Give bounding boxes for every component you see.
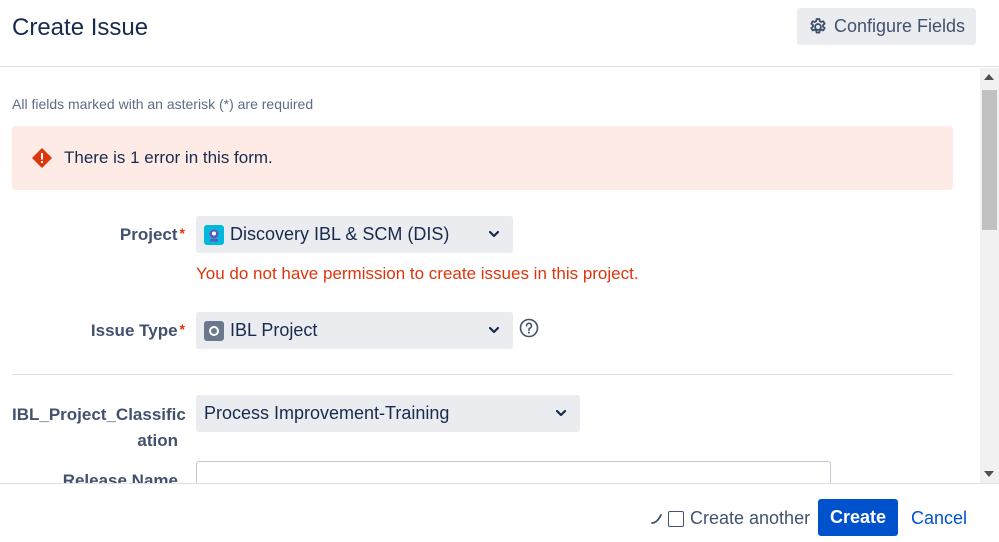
chevron-down-icon	[488, 326, 500, 334]
cancel-link[interactable]: Cancel	[911, 508, 967, 529]
configure-fields-label: Configure Fields	[833, 16, 966, 36]
classification-select[interactable]: Process Improvement-Training	[196, 395, 580, 432]
required-note: All fields marked with an asterisk (*) a…	[12, 96, 314, 112]
scroll-down-arrow-icon[interactable]	[984, 471, 994, 477]
chevron-down-icon	[488, 230, 500, 238]
create-button[interactable]: Create	[818, 499, 898, 536]
gear-icon	[810, 17, 826, 33]
scrollbar[interactable]	[980, 68, 999, 483]
dialog-title: Create Issue	[12, 14, 149, 41]
help-icon[interactable]	[519, 318, 539, 338]
issue-type-icon	[204, 320, 224, 341]
create-another-label: Create another	[690, 508, 811, 528]
project-select[interactable]: Discovery IBL & SCM (DIS)	[196, 216, 513, 253]
section-divider	[12, 374, 953, 375]
release-name-label: Release Name	[62, 471, 178, 483]
scrollbar-thumb[interactable]	[982, 90, 997, 230]
dialog-footer: Create another Create Cancel	[0, 483, 999, 542]
classification-label-line2: ation	[137, 431, 178, 450]
required-asterisk: *	[179, 225, 185, 241]
issue-type-label-wrap: Issue Type *	[12, 321, 185, 345]
issue-type-select-value: IBL Project	[230, 320, 318, 340]
scroll-up-arrow-icon[interactable]	[984, 74, 994, 80]
project-label-wrap: Project *	[12, 225, 185, 249]
required-asterisk: *	[179, 321, 185, 337]
classification-label-line1: IBL_Project_Classific	[12, 405, 186, 424]
issue-type-label: Issue Type *	[91, 321, 185, 341]
create-another-toggle[interactable]: Create another	[650, 508, 810, 529]
issue-type-label-text: Issue Type	[90, 321, 178, 340]
project-field-error: You do not have permission to create iss…	[196, 264, 639, 283]
dialog-header: Create Issue Configure Fields	[0, 0, 999, 67]
project-select-value: Discovery IBL & SCM (DIS)	[230, 224, 450, 244]
project-label-text: Project	[119, 225, 178, 244]
project-label: Project *	[120, 225, 185, 245]
checkmark-icon	[651, 513, 662, 524]
release-name-input[interactable]	[196, 461, 831, 483]
create-another-checkbox[interactable]	[668, 510, 684, 527]
configure-fields-button[interactable]: Configure Fields	[797, 8, 976, 45]
classification-label: IBL_Project_Classific ation	[12, 402, 186, 452]
error-icon	[32, 148, 52, 168]
classification-select-value: Process Improvement-Training	[204, 403, 450, 423]
issue-type-select[interactable]: IBL Project	[196, 312, 513, 349]
error-banner: There is 1 error in this form.	[12, 126, 953, 190]
form-content: All fields marked with an asterisk (*) a…	[0, 68, 980, 483]
error-banner-text: There is 1 error in this form.	[64, 148, 273, 167]
chevron-down-icon	[555, 409, 567, 417]
project-avatar-icon	[204, 224, 224, 245]
